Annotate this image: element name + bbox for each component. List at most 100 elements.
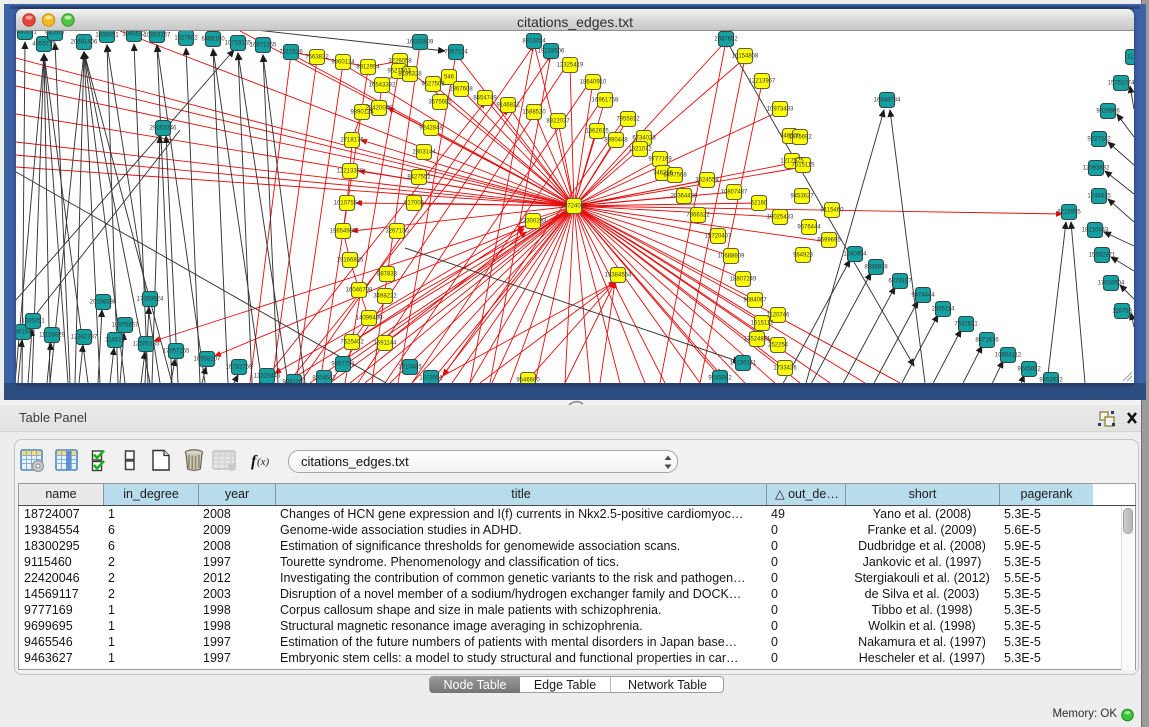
svg-text:3716485: 3716485 <box>398 365 422 371</box>
svg-text:9329966: 9329966 <box>1096 109 1120 115</box>
svg-text:1835051: 1835051 <box>95 33 119 39</box>
svg-text:2718176: 2718176 <box>340 138 364 144</box>
svg-text:7866322: 7866322 <box>686 213 710 219</box>
svg-text:10807487: 10807487 <box>721 190 748 196</box>
svg-text:10958107: 10958107 <box>194 357 221 363</box>
svg-text:16782759: 16782759 <box>226 365 253 371</box>
svg-text:1072051: 1072051 <box>419 376 443 382</box>
svg-text:18640910: 18640910 <box>580 80 607 86</box>
svg-text:9227342: 9227342 <box>1087 137 1111 143</box>
svg-text:3267130: 3267130 <box>385 229 409 235</box>
svg-text:12213967: 12213967 <box>749 79 776 85</box>
svg-text:8924502: 8924502 <box>312 376 336 382</box>
svg-text:4055715: 4055715 <box>32 42 56 48</box>
svg-text:9245652: 9245652 <box>1017 367 1041 373</box>
svg-text:12323446: 12323446 <box>254 374 281 380</box>
svg-text:12093832: 12093832 <box>1083 166 1110 172</box>
svg-text:14136141: 14136141 <box>730 361 757 367</box>
svg-text:1691144: 1691144 <box>374 341 398 347</box>
svg-text:817006: 817006 <box>404 201 425 207</box>
svg-text:3675685: 3675685 <box>428 100 452 106</box>
svg-text:6466160: 6466160 <box>201 37 225 43</box>
svg-text:(x): (x) <box>257 456 270 468</box>
svg-text:23300293: 23300293 <box>520 219 547 225</box>
svg-text:9146821: 9146821 <box>496 103 520 109</box>
svg-text:12325419: 12325419 <box>557 63 584 69</box>
svg-text:9453627: 9453627 <box>790 194 814 200</box>
svg-text:7663822: 7663822 <box>305 55 329 61</box>
svg-text:29053346: 29053346 <box>150 126 177 132</box>
svg-text:19218506: 19218506 <box>538 49 565 55</box>
svg-text:8427552: 8427552 <box>407 175 431 181</box>
svg-text:2887682: 2887682 <box>714 37 738 43</box>
svg-text:8186328: 8186328 <box>398 72 422 78</box>
svg-text:6879197: 6879197 <box>888 279 912 285</box>
svg-text:11156829: 11156829 <box>39 333 65 339</box>
svg-text:7357224: 7357224 <box>444 50 468 56</box>
svg-text:8471676: 8471676 <box>975 338 999 344</box>
svg-text:39154: 39154 <box>16 330 32 336</box>
svg-text:8990448: 8990448 <box>604 138 628 144</box>
svg-text:9857791: 9857791 <box>331 362 355 368</box>
svg-text:9084067: 9084067 <box>743 298 767 304</box>
svg-text:10973493: 10973493 <box>767 107 794 113</box>
svg-text:16154808: 16154808 <box>732 54 759 60</box>
svg-text:16033809: 16033809 <box>407 40 434 46</box>
svg-text:9115460: 9115460 <box>821 208 845 214</box>
svg-text:252254: 252254 <box>768 343 789 349</box>
svg-text:1975692: 1975692 <box>788 135 812 141</box>
svg-text:10025433: 10025433 <box>767 215 794 221</box>
svg-text:19166825: 19166825 <box>337 258 364 264</box>
svg-text:6734028: 6734028 <box>632 136 656 142</box>
svg-text:6497568: 6497568 <box>663 173 687 179</box>
svg-text:16543382: 16543382 <box>369 83 396 89</box>
svg-text:19384554: 19384554 <box>605 273 632 279</box>
svg-text:12342737: 12342737 <box>71 335 98 341</box>
svg-text:1527602: 1527602 <box>174 36 198 42</box>
svg-text:10107554: 10107554 <box>334 201 361 207</box>
svg-text:116753: 116753 <box>1112 309 1132 315</box>
svg-text:8938928: 8938928 <box>864 265 888 271</box>
svg-text:8912954: 8912954 <box>356 65 380 71</box>
svg-text:18807249: 18807249 <box>730 277 757 283</box>
svg-text:18724007: 18724007 <box>561 204 588 210</box>
svg-text:18210643: 18210643 <box>1082 228 1109 234</box>
svg-text:1244415: 1244415 <box>1087 194 1111 200</box>
svg-text:9527508: 9527508 <box>421 82 445 88</box>
svg-text:546: 546 <box>444 75 455 81</box>
svg-text:16648784: 16648784 <box>874 98 901 104</box>
svg-text:17359924: 17359924 <box>137 297 164 303</box>
svg-text:3226058: 3226058 <box>388 59 412 65</box>
svg-text:3624554: 3624554 <box>695 178 719 184</box>
svg-text:8813054: 8813054 <box>522 39 546 45</box>
svg-text:14099489: 14099489 <box>356 316 383 322</box>
svg-text:9576444: 9576444 <box>797 225 821 231</box>
svg-text:1112: 1112 <box>1127 55 1134 61</box>
svg-text:10975867: 10975867 <box>112 323 139 329</box>
svg-text:19654985: 19654985 <box>330 229 357 235</box>
svg-text:1120746: 1120746 <box>767 313 791 319</box>
svg-text:17016504: 17016504 <box>1098 281 1125 287</box>
svg-text:9890124: 9890124 <box>350 110 374 116</box>
svg-text:62160: 62160 <box>751 201 768 207</box>
svg-text:9474444: 9474444 <box>911 293 935 299</box>
svg-text:17957255: 17957255 <box>163 349 190 355</box>
svg-text:8322037: 8322037 <box>546 119 570 125</box>
svg-text:10719155: 10719155 <box>225 41 252 47</box>
svg-text:7515526: 7515526 <box>279 50 303 56</box>
svg-text:16671355: 16671355 <box>250 43 277 49</box>
svg-text:940557: 940557 <box>45 31 66 37</box>
svg-text:9245082: 9245082 <box>708 376 732 382</box>
svg-text:9699695: 9699695 <box>817 238 841 244</box>
svg-text:12505135: 12505135 <box>133 342 160 348</box>
svg-text:8454749: 8454749 <box>473 96 497 102</box>
svg-text:10853267: 10853267 <box>144 33 171 39</box>
svg-text:1405571: 1405571 <box>16 31 37 36</box>
svg-text:3498222: 3498222 <box>373 294 397 300</box>
svg-text:1615112: 1615112 <box>751 321 775 327</box>
svg-text:9242848: 9242848 <box>419 126 443 132</box>
svg-text:16046798: 16046798 <box>346 288 373 294</box>
svg-text:10654112: 10654112 <box>995 353 1022 359</box>
svg-text:9860124: 9860124 <box>331 60 355 66</box>
svg-text:16961758: 16961758 <box>592 98 619 104</box>
